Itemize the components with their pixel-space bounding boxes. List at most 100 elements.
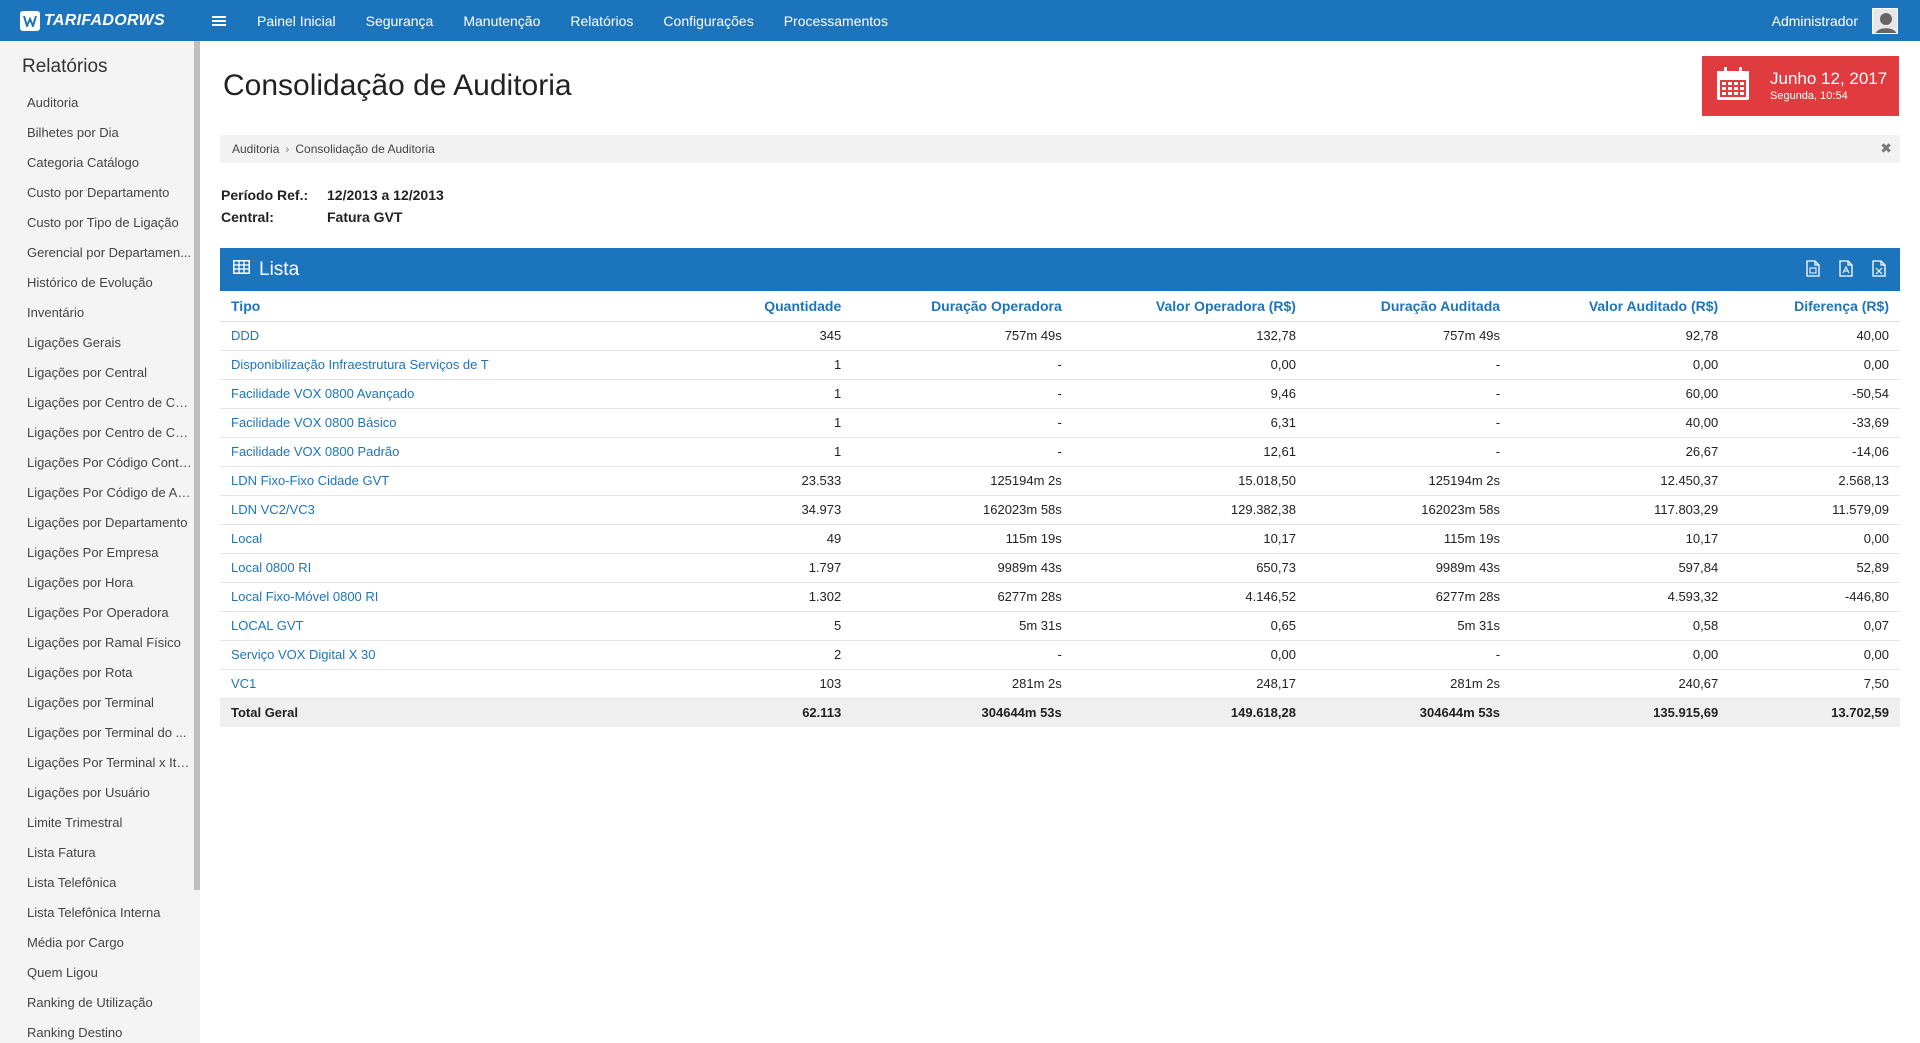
table-row: Local 0800 RI 1.797 9989m 43s 650,73 998…	[220, 553, 1900, 583]
sidebar-item-ligacoes-gerais[interactable]: Ligações Gerais	[0, 328, 193, 358]
sidebar-item-lista-fatura[interactable]: Lista Fatura	[0, 838, 193, 868]
cell-duracao-operadora: -	[852, 350, 1073, 380]
cell-quantidade: 1	[631, 408, 853, 438]
page-title: Consolidação de Auditoria	[223, 69, 572, 102]
info-label: Período Ref.:	[221, 187, 309, 203]
cell-tipo[interactable]: LDN Fixo-Fixo Cidade GVT	[220, 466, 632, 496]
sidebar-list: Auditoria Bilhetes por Dia Categoria Cat…	[0, 88, 200, 1043]
column-header-duracao-auditada[interactable]: Duração Auditada	[1306, 291, 1512, 322]
sidebar-item-media-por-cargo[interactable]: Média por Cargo	[0, 928, 193, 958]
cell-quantidade: 23.533	[631, 466, 853, 496]
cell-diferenca: 0,00	[1729, 640, 1900, 670]
cell-tipo[interactable]: Disponibilização Infraestrutura Serviços…	[220, 350, 632, 380]
logo-text: TARIFADORWS	[44, 11, 165, 29]
sidebar-item-ranking-destino[interactable]: Ranking Destino	[0, 1018, 193, 1043]
cell-tipo[interactable]: LOCAL GVT	[220, 611, 632, 641]
sidebar-item-categoria-catalogo[interactable]: Categoria Catálogo	[0, 148, 193, 178]
cell-duracao-auditada: -	[1306, 379, 1512, 409]
cell-tipo[interactable]: VC1	[220, 669, 632, 699]
export-excel-icon[interactable]	[1872, 260, 1888, 278]
nav-processamentos[interactable]: Processamentos	[769, 0, 903, 41]
menu-toggle-icon[interactable]	[204, 0, 234, 41]
cell-tipo[interactable]: Facilidade VOX 0800 Padrão	[220, 437, 632, 467]
cell-valor-operadora: 650,73	[1072, 553, 1307, 583]
table-icon	[233, 260, 250, 279]
nav-painel-inicial[interactable]: Painel Inicial	[242, 0, 351, 41]
cell-tipo[interactable]: Serviço VOX Digital X 30	[220, 640, 632, 670]
cell-valor-operadora: 248,17	[1072, 669, 1307, 699]
sidebar-item-ligacoes-por-codigo-contabil[interactable]: Ligações Por Código Contá...	[0, 448, 193, 478]
sidebar-item-ligacoes-por-usuario[interactable]: Ligações por Usuário	[0, 778, 193, 808]
breadcrumb-separator-icon: ›	[285, 142, 290, 156]
sidebar-item-historico-de-evolucao[interactable]: Histórico de Evolução	[0, 268, 193, 298]
sidebar-item-ligacoes-por-terminal-do[interactable]: Ligações por Terminal do ...	[0, 718, 193, 748]
cell-tipo[interactable]: Local 0800 RI	[220, 553, 632, 583]
sidebar-item-custo-por-departamento[interactable]: Custo por Departamento	[0, 178, 193, 208]
export-pdf-icon[interactable]	[1839, 260, 1855, 278]
cell-duracao-auditada: 125194m 2s	[1306, 466, 1512, 496]
export-doc-icon[interactable]	[1806, 260, 1822, 278]
cell-tipo[interactable]: Local	[220, 524, 632, 554]
nav-configuracoes[interactable]: Configurações	[648, 0, 768, 41]
report-info: Período Ref.: 12/2013 a 12/2013 Central:…	[221, 184, 444, 228]
sidebar-item-bilhetes-por-dia[interactable]: Bilhetes por Dia	[0, 118, 193, 148]
cell-duracao-operadora: 757m 49s	[852, 321, 1073, 351]
sidebar-item-ranking-de-utilizacao[interactable]: Ranking de Utilização	[0, 988, 193, 1018]
sidebar-item-auditoria[interactable]: Auditoria	[0, 88, 193, 118]
cell-valor-auditado: 597,84	[1511, 553, 1730, 583]
sidebar-item-lista-telefonica-interna[interactable]: Lista Telefônica Interna	[0, 898, 193, 928]
cell-quantidade: 1.302	[631, 582, 853, 612]
cell-diferenca: -14,06	[1729, 437, 1900, 467]
cell-duracao-auditada: -	[1306, 640, 1512, 670]
sidebar-item-ligacoes-por-empresa[interactable]: Ligações Por Empresa	[0, 538, 193, 568]
sidebar-item-gerencial-por-departamento[interactable]: Gerencial por Departamen...	[0, 238, 193, 268]
sidebar-item-ligacoes-por-centro-de-custo-1[interactable]: Ligações por Centro de Cu...	[0, 388, 193, 418]
calendar-icon	[1716, 66, 1750, 106]
column-header-valor-operadora[interactable]: Valor Operadora (R$)	[1072, 291, 1307, 322]
sidebar-item-custo-por-tipo-de-ligacao[interactable]: Custo por Tipo de Ligação	[0, 208, 193, 238]
nav-manutencao[interactable]: Manutenção	[448, 0, 555, 41]
sidebar-item-ligacoes-por-hora[interactable]: Ligações por Hora	[0, 568, 193, 598]
sidebar-item-ligacoes-por-rota[interactable]: Ligações por Rota	[0, 658, 193, 688]
sidebar-item-quem-ligou[interactable]: Quem Ligou	[0, 958, 193, 988]
cell-tipo[interactable]: Facilidade VOX 0800 Básico	[220, 408, 632, 438]
panel-title: Lista	[259, 258, 300, 280]
breadcrumb-item-current: Consolidação de Auditoria	[295, 142, 435, 156]
table-row: DDD 345 757m 49s 132,78 757m 49s 92,78 4…	[220, 321, 1900, 351]
cell-duracao-auditada: 281m 2s	[1306, 669, 1512, 699]
cell-tipo[interactable]: LDN VC2/VC3	[220, 495, 632, 525]
sidebar-item-ligacoes-por-terminal[interactable]: Ligações por Terminal	[0, 688, 193, 718]
breadcrumb-item-auditoria[interactable]: Auditoria	[232, 142, 279, 156]
cell-valor-operadora: 0,00	[1072, 350, 1307, 380]
user-menu[interactable]: Administrador	[1772, 0, 1898, 41]
sidebar-item-ligacoes-por-centro-de-custo-2[interactable]: Ligações por Centro de Cu...	[0, 418, 193, 448]
sidebar-item-ligacoes-por-ramal-fisico[interactable]: Ligações por Ramal Físico	[0, 628, 193, 658]
sidebar-item-ligacoes-por-central[interactable]: Ligações por Central	[0, 358, 193, 388]
sidebar-item-ligacoes-por-operadora[interactable]: Ligações Por Operadora	[0, 598, 193, 628]
cell-quantidade: 345	[631, 321, 853, 351]
sidebar-item-limite-trimestral[interactable]: Limite Trimestral	[0, 808, 193, 838]
sidebar-item-ligacoes-por-codigo-de-acesso[interactable]: Ligações Por Código de Ac...	[0, 478, 193, 508]
cell-valor-auditado: 60,00	[1511, 379, 1730, 409]
column-header-tipo[interactable]: Tipo	[220, 291, 632, 322]
cell-tipo[interactable]: Facilidade VOX 0800 Avançado	[220, 379, 632, 409]
list-panel: Lista Tipo Quantidade Duração Operadora …	[220, 248, 1900, 727]
sidebar-item-inventario[interactable]: Inventário	[0, 298, 193, 328]
table-row: LOCAL GVT 5 5m 31s 0,65 5m 31s 0,58 0,07	[220, 611, 1900, 641]
column-header-diferenca[interactable]: Diferença (R$)	[1729, 291, 1900, 322]
cell-tipo[interactable]: DDD	[220, 321, 632, 351]
cell-tipo[interactable]: Local Fixo-Móvel 0800 RI	[220, 582, 632, 612]
cell-diferenca: 52,89	[1729, 553, 1900, 583]
nav-seguranca[interactable]: Segurança	[351, 0, 449, 41]
column-header-valor-auditado[interactable]: Valor Auditado (R$)	[1511, 291, 1730, 322]
nav-relatorios[interactable]: Relatórios	[555, 0, 648, 41]
column-header-quantidade[interactable]: Quantidade	[631, 291, 853, 322]
cell-valor-operadora: 10,17	[1072, 524, 1307, 554]
close-icon[interactable]: ✖	[1880, 140, 1892, 157]
sidebar-item-lista-telefonica[interactable]: Lista Telefônica	[0, 868, 193, 898]
column-header-duracao-operadora[interactable]: Duração Operadora	[852, 291, 1073, 322]
total-duracao-operadora: 304644m 53s	[852, 698, 1073, 727]
app-logo[interactable]: TARIFADORWS	[0, 0, 200, 41]
sidebar-item-ligacoes-por-departamento[interactable]: Ligações por Departamento	[0, 508, 193, 538]
sidebar-item-ligacoes-por-terminal-x-item[interactable]: Ligações Por Terminal x Ite...	[0, 748, 193, 778]
